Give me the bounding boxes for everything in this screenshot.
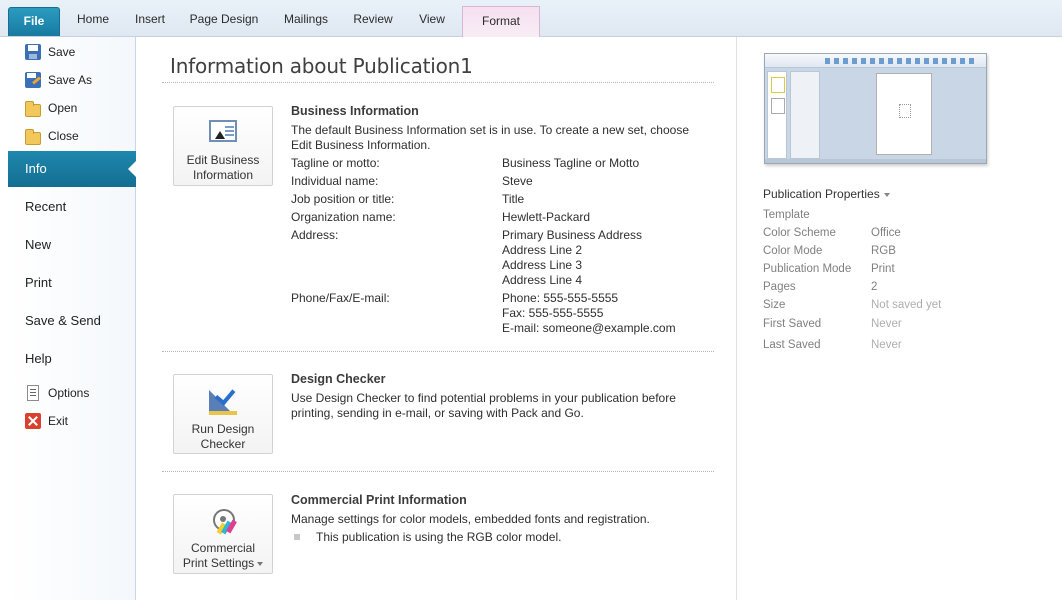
design-checker-icon: [207, 384, 239, 416]
business-info-heading: Business Information: [291, 104, 419, 118]
publication-properties-dropdown[interactable]: Publication Properties: [763, 187, 890, 201]
job-title-label: Job position or title:: [291, 192, 395, 206]
property-label: Last Saved: [763, 339, 821, 351]
address-line: Address Line 4: [502, 273, 583, 287]
page-title: Information about Publication1: [170, 54, 473, 78]
edit-business-label-1: Edit Business: [186, 153, 260, 167]
property-value: RGB: [871, 245, 896, 257]
nav-save-send[interactable]: Save & Send: [8, 303, 136, 339]
property-value: Never: [871, 318, 902, 330]
commercial-print-description: Manage settings for color models, embedd…: [291, 512, 650, 526]
property-value: Office: [871, 227, 901, 239]
publication-thumbnail[interactable]: [764, 53, 987, 164]
property-label: Pages: [763, 281, 796, 293]
bullet-icon: [294, 534, 300, 540]
nav-close-label: Close: [48, 129, 79, 143]
nav-open-label: Open: [48, 101, 78, 115]
backstage-nav: Save Save As Open Close Info Recent New …: [8, 37, 136, 600]
address-line: Address Line 3: [502, 258, 583, 272]
exit-icon: [25, 413, 41, 429]
organization-value: Hewlett-Packard: [502, 210, 591, 224]
tagline-value: Business Tagline or Motto: [502, 156, 640, 170]
property-value: Never: [871, 339, 902, 351]
nav-save-label: Save: [48, 45, 76, 59]
chevron-down-icon: [883, 192, 890, 197]
nav-save[interactable]: Save: [8, 40, 136, 64]
contact-line: E-mail: someone@example.com: [502, 321, 676, 335]
properties-pane: Publication Properties Template Color Sc…: [736, 37, 1062, 600]
contact-value: Phone: 555-555-5555 Fax: 555-555-5555 E-…: [502, 291, 676, 336]
nav-save-as-label: Save As: [48, 73, 93, 87]
tab-file[interactable]: File: [8, 7, 60, 36]
individual-name-label: Individual name:: [291, 174, 379, 188]
tab-mailings[interactable]: Mailings: [278, 8, 334, 30]
edit-business-label-2: Information: [192, 168, 254, 182]
address-line: Primary Business Address: [502, 228, 643, 242]
run-design-label-1: Run Design: [191, 422, 255, 436]
nav-options-label: Options: [48, 386, 90, 400]
property-label: Publication Mode: [763, 263, 852, 275]
open-folder-icon: [25, 100, 41, 117]
rgb-model-note: This publication is using the RGB color …: [316, 530, 562, 544]
contact-line: Fax: 555-555-5555: [502, 306, 604, 320]
nav-print[interactable]: Print: [8, 265, 136, 301]
run-design-label-2: Checker: [200, 437, 246, 451]
property-value: 2: [871, 281, 878, 293]
nav-exit-label: Exit: [48, 414, 69, 428]
property-label: Size: [763, 299, 786, 311]
job-title-value: Title: [502, 192, 525, 206]
edit-business-information-button[interactable]: Edit Business Information: [173, 106, 273, 186]
business-info-description: The default Business Information set is …: [291, 123, 689, 152]
commercial-label-2: Print Settings: [174, 556, 272, 571]
commercial-label-1: Commercial: [190, 541, 255, 555]
property-label: Color Mode: [763, 245, 823, 257]
info-main-panel: Information about Publication1 Edit Busi…: [137, 37, 735, 600]
close-folder-icon: [25, 128, 41, 145]
nav-info[interactable]: Info: [8, 151, 136, 187]
property-label: First Saved: [763, 318, 822, 330]
design-checker-heading: Design Checker: [291, 372, 386, 386]
nav-save-as[interactable]: Save As: [8, 68, 136, 92]
tab-insert[interactable]: Insert: [128, 8, 172, 30]
commercial-print-settings-button[interactable]: Commercial Print Settings: [173, 494, 273, 574]
tab-format[interactable]: Format: [462, 6, 540, 37]
title-divider: [162, 82, 714, 83]
tab-review[interactable]: Review: [348, 8, 398, 30]
options-icon: [27, 385, 39, 401]
commercial-print-icon: [207, 503, 239, 535]
save-icon: [25, 44, 41, 60]
run-design-checker-button[interactable]: Run Design Checker: [173, 374, 273, 454]
tab-home[interactable]: Home: [70, 8, 116, 30]
nav-help[interactable]: Help: [8, 341, 136, 377]
individual-name-value: Steve: [502, 174, 533, 188]
contact-label: Phone/Fax/E-mail:: [291, 291, 390, 305]
section-divider: [162, 351, 714, 352]
business-card-icon: [209, 120, 237, 142]
organization-label: Organization name:: [291, 210, 396, 224]
dropdown-arrow-icon: [257, 561, 264, 566]
nav-open[interactable]: Open: [8, 96, 136, 120]
section-divider: [162, 471, 714, 472]
contact-line: Phone: 555-555-5555: [502, 291, 619, 305]
commercial-print-heading: Commercial Print Information: [291, 493, 467, 507]
nav-new[interactable]: New: [8, 227, 136, 263]
property-label: Color Scheme: [763, 227, 836, 239]
publication-properties-label: Publication Properties: [763, 187, 880, 201]
tab-page-design[interactable]: Page Design: [186, 8, 262, 30]
tagline-label: Tagline or motto:: [291, 156, 380, 170]
address-line: Address Line 2: [502, 243, 583, 257]
nav-options[interactable]: Options: [8, 381, 136, 405]
nav-recent[interactable]: Recent: [8, 189, 136, 225]
nav-close[interactable]: Close: [8, 124, 136, 148]
address-value: Primary Business Address Address Line 2 …: [502, 228, 642, 288]
property-value: Not saved yet: [871, 299, 942, 311]
address-label: Address:: [291, 228, 339, 242]
design-checker-description: Use Design Checker to find potential pro…: [291, 391, 676, 420]
tab-view[interactable]: View: [412, 8, 452, 30]
property-value: Print: [871, 263, 895, 275]
property-label: Template: [763, 209, 810, 221]
save-as-icon: [25, 72, 41, 88]
ribbon-tab-bar: File Home Insert Page Design Mailings Re…: [0, 0, 1062, 37]
nav-exit[interactable]: Exit: [8, 409, 136, 433]
